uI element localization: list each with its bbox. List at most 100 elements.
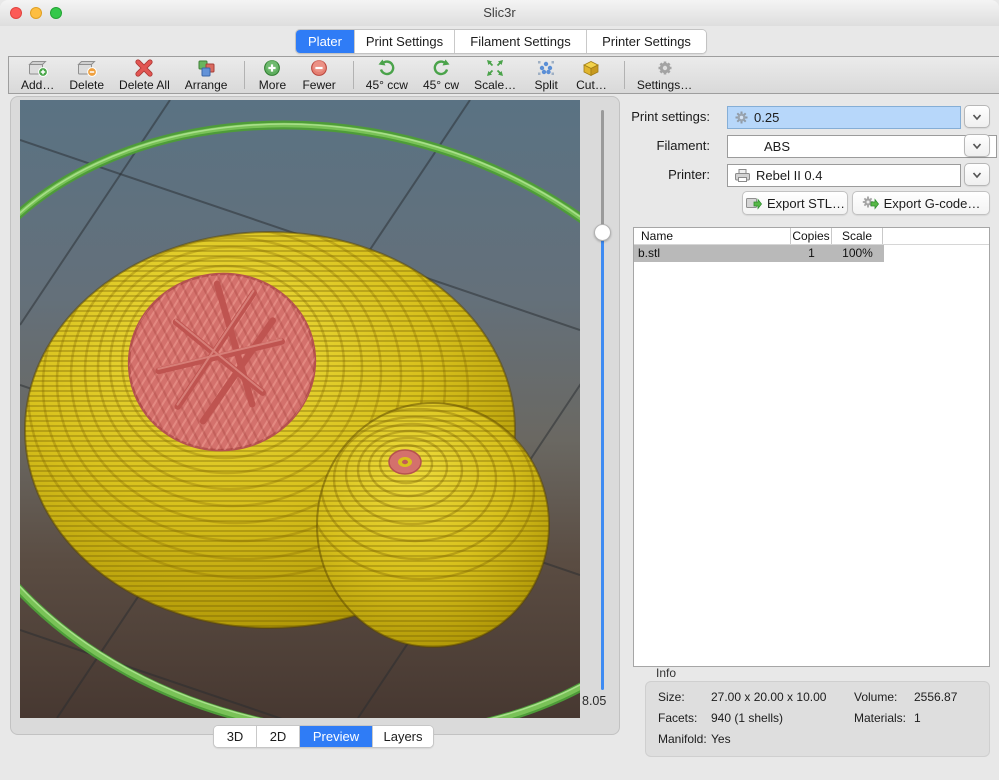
info-volume-label: Volume: <box>854 690 897 704</box>
filament-combo[interactable]: ABS <box>727 135 997 158</box>
fewer-button-label: Fewer <box>302 78 335 92</box>
info-volume-value: 2556.87 <box>914 690 957 704</box>
printer-label: Printer: <box>600 167 710 182</box>
preview-scene <box>20 100 580 718</box>
split-button[interactable]: Split <box>531 59 561 92</box>
delete-button-label: Delete <box>69 78 104 92</box>
filament-label: Filament: <box>600 138 710 153</box>
window-title: Slic3r <box>0 5 999 20</box>
chevron-down-icon <box>972 113 982 121</box>
chevron-down-icon <box>972 142 982 150</box>
cut-cube-icon <box>580 59 602 77</box>
delete-all-icon <box>133 59 155 77</box>
tab-strip: Plater Print Settings Filament Settings … <box>0 26 999 56</box>
tab-printer-settings[interactable]: Printer Settings <box>587 30 706 53</box>
view-preview-button[interactable]: Preview <box>300 726 373 747</box>
rotate-ccw-icon <box>376 59 398 77</box>
object-list-table[interactable]: Name Copies Scale b.stl 1 100% <box>633 227 990 667</box>
model-small-dome-infill <box>389 450 421 474</box>
filament-dropdown-button[interactable] <box>964 134 990 157</box>
delete-button[interactable]: Delete <box>69 59 104 92</box>
info-facets-value: 940 (1 shells) <box>711 711 783 725</box>
scale-button[interactable]: Scale… <box>474 59 516 92</box>
titlebar: Slic3r <box>0 0 999 27</box>
column-header-name[interactable]: Name <box>634 228 791 244</box>
delete-all-button[interactable]: Delete All <box>119 59 170 92</box>
view-mode-switch: 3D 2D Preview Layers <box>213 725 434 748</box>
info-materials-label: Materials: <box>854 711 906 725</box>
split-button-label: Split <box>534 78 557 92</box>
cut-button-label: Cut… <box>576 78 607 92</box>
print-settings-label: Print settings: <box>600 109 710 124</box>
toolbar: Add… Delete Delete All <box>8 56 999 94</box>
add-button-label: Add… <box>21 78 54 92</box>
export-stl-button[interactable]: Export STL… <box>742 191 848 215</box>
delete-all-button-label: Delete All <box>119 78 170 92</box>
more-button-label: More <box>259 78 286 92</box>
rotate-cw-icon <box>430 59 452 77</box>
app-window: Slic3r Plater Print Settings Filament Se… <box>0 0 999 780</box>
tab-filament-settings[interactable]: Filament Settings <box>455 30 587 53</box>
filament-value: ABS <box>764 139 790 154</box>
tab-print-settings[interactable]: Print Settings <box>355 30 455 53</box>
printer-dropdown-button[interactable] <box>964 163 990 186</box>
print-settings-dropdown-button[interactable] <box>964 105 990 128</box>
rotate-cw-button[interactable]: 45° cw <box>423 59 459 92</box>
plus-circle-icon <box>261 59 283 77</box>
more-button[interactable]: More <box>257 59 287 92</box>
export-gcode-button[interactable]: Export G-code… <box>852 191 990 215</box>
info-section-title: Info <box>656 666 676 680</box>
layer-slider-track-lower[interactable] <box>601 232 604 690</box>
cut-button[interactable]: Cut… <box>576 59 607 92</box>
layer-slider[interactable] <box>593 108 612 694</box>
export-stl-label: Export STL… <box>767 196 845 211</box>
tab-plater[interactable]: Plater <box>296 30 355 53</box>
view-layers-button[interactable]: Layers <box>373 726 433 747</box>
object-list-header: Name Copies Scale <box>634 228 989 245</box>
column-header-scale[interactable]: Scale <box>832 228 883 244</box>
scale-button-label: Scale… <box>474 78 516 92</box>
settings-button-label: Settings… <box>637 78 692 92</box>
preview-3d-canvas[interactable] <box>20 100 580 718</box>
layer-slider-thumb[interactable] <box>594 224 611 241</box>
row-scale-cell: 100% <box>832 245 883 262</box>
fewer-button[interactable]: Fewer <box>302 59 335 92</box>
layer-slider-value: 8.05 <box>582 694 618 708</box>
print-settings-combo[interactable]: 0.25 <box>727 106 961 129</box>
export-stl-icon <box>745 195 762 211</box>
printer-value: Rebel II 0.4 <box>756 168 823 183</box>
rotate-ccw-button[interactable]: 45° ccw <box>366 59 408 92</box>
table-row-selected[interactable]: b.stl 1 100% <box>634 245 884 262</box>
info-box: Size: 27.00 x 20.00 x 10.00 Volume: 2556… <box>645 681 990 757</box>
split-dots-icon <box>535 59 557 77</box>
gear-icon <box>654 59 676 77</box>
row-copies-cell: 1 <box>791 245 832 262</box>
minus-circle-icon <box>308 59 330 77</box>
info-manifold-label: Manifold: <box>658 732 707 746</box>
scale-arrows-icon <box>484 59 506 77</box>
printer-icon <box>734 168 751 183</box>
view-3d-button[interactable]: 3D <box>214 726 257 747</box>
export-gcode-label: Export G-code… <box>884 196 981 211</box>
column-header-copies[interactable]: Copies <box>791 228 832 244</box>
arrange-cubes-icon <box>195 59 217 77</box>
toolbar-separator <box>353 61 354 89</box>
chevron-down-icon <box>972 171 982 179</box>
printer-combo[interactable]: Rebel II 0.4 <box>727 164 961 187</box>
add-box-icon <box>27 59 49 77</box>
info-size-value: 27.00 x 20.00 x 10.00 <box>711 690 826 704</box>
gear-icon <box>734 110 749 125</box>
toolbar-separator <box>244 61 245 89</box>
arrange-button[interactable]: Arrange <box>185 59 228 92</box>
arrange-button-label: Arrange <box>185 78 228 92</box>
info-size-label: Size: <box>658 690 685 704</box>
column-header-empty <box>883 228 989 244</box>
info-manifold-value: Yes <box>711 732 731 746</box>
main-tabs: Plater Print Settings Filament Settings … <box>295 29 707 54</box>
delete-box-icon <box>76 59 98 77</box>
settings-button[interactable]: Settings… <box>637 59 692 92</box>
print-settings-value: 0.25 <box>754 110 779 125</box>
view-2d-button[interactable]: 2D <box>257 726 300 747</box>
add-button[interactable]: Add… <box>21 59 54 92</box>
toolbar-separator <box>624 61 625 89</box>
